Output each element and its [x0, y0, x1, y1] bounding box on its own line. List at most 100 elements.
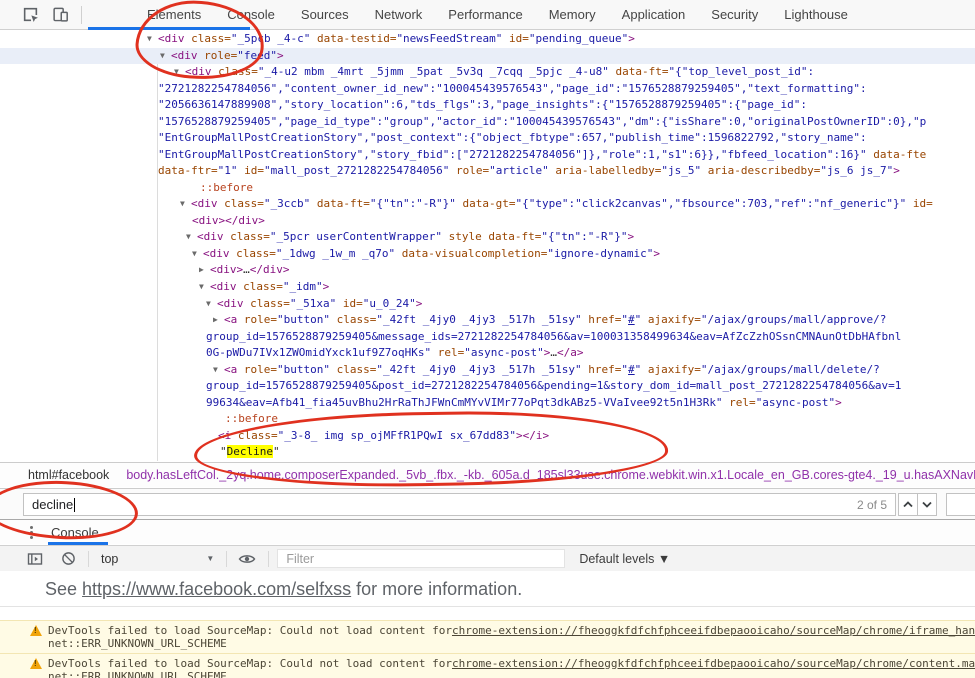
- dom-tree-line[interactable]: ▼<div class="_5pcb _4-c" data-testid="ne…: [0, 31, 975, 48]
- chevron-down-icon[interactable]: ▼: [206, 554, 214, 563]
- live-expression-eye-icon[interactable]: [238, 552, 256, 566]
- dom-tree-line[interactable]: <i class="_3-8_ img sp_ojMFfR1PQwI sx_67…: [0, 428, 975, 445]
- code-token-tag: <a: [224, 313, 237, 326]
- disclosure-arrow-icon[interactable]: ▼: [174, 64, 185, 81]
- code-token-tag: </div>: [250, 263, 290, 276]
- code-token-text: ": [273, 445, 280, 458]
- clear-console-icon[interactable]: [61, 551, 76, 566]
- dom-tree-line-selected[interactable]: ▼<div role="feed">: [0, 48, 975, 65]
- disclosure-arrow-icon[interactable]: ▶: [213, 312, 224, 329]
- disclosure-arrow-icon[interactable]: ▼: [147, 31, 158, 48]
- dom-tree-line[interactable]: ▶<a role="button" class="_42ft _4jy0 _4j…: [0, 312, 975, 329]
- code-token-val: "{"type":"click2canvas","fbsource":703,"…: [516, 197, 907, 210]
- dom-tree-line[interactable]: ::before: [0, 411, 975, 428]
- code-token-val: "_1dwg _1w_m _q7o": [276, 247, 395, 260]
- code-token-attr: class=: [212, 65, 258, 78]
- disclosure-arrow-icon[interactable]: ▼: [180, 196, 191, 213]
- disclosure-arrow-icon[interactable]: ▶: [199, 262, 210, 279]
- tab-memory[interactable]: Memory: [536, 0, 609, 30]
- device-toolbar-icon[interactable]: [52, 6, 69, 23]
- tab-security[interactable]: Security: [698, 0, 771, 30]
- code-token-pseudo: ::before: [200, 181, 253, 194]
- dom-tree-line[interactable]: ▼<div class="_4-u2 mbm _4mrt _5jmm _5pat…: [0, 64, 975, 81]
- code-token-val: "2721282254784056","content_owner_id_new…: [158, 82, 867, 95]
- tab-elements[interactable]: Elements: [134, 0, 214, 30]
- dom-tree-line[interactable]: ▼<div class="_1dwg _1w_m _q7o" data-visu…: [0, 246, 975, 263]
- dom-tree-line[interactable]: ::before: [0, 180, 975, 197]
- warning-error-code: net::ERR_UNKNOWN_URL_SCHEME: [48, 670, 975, 678]
- tab-console[interactable]: Console: [214, 0, 288, 30]
- tab-strip: ElementsConsoleSourcesNetworkPerformance…: [82, 0, 861, 30]
- dom-tree-line[interactable]: ▶<div>…</div>: [0, 262, 975, 279]
- code-token-attr: class=: [244, 297, 290, 310]
- code-token-val: 0G-pWDu7IVx1ZWOmidYxck1uf9Z7oqHKs": [206, 346, 431, 359]
- code-token-attr: role=: [198, 49, 238, 62]
- dom-tree-line[interactable]: "1576528879259405","page_id_type":"group…: [0, 114, 975, 131]
- search-input[interactable]: decline 2 of 5: [23, 493, 896, 516]
- dom-tree-line[interactable]: "2721282254784056","content_owner_id_new…: [0, 81, 975, 98]
- dom-tree-line[interactable]: ▼<div class="_idm">: [0, 279, 975, 296]
- tab-network[interactable]: Network: [362, 0, 436, 30]
- code-token-val: "ignore-dynamic": [547, 247, 653, 260]
- console-warning: !DevTools failed to load SourceMap: Coul…: [0, 620, 975, 653]
- code-token-val: "_5pcr userContentWrapper": [270, 230, 442, 243]
- dom-tree-line[interactable]: data-ftr="1" id="mall_post_2721282254784…: [0, 163, 975, 180]
- console-filter-input[interactable]: Filter: [277, 549, 565, 568]
- inspect-element-icon[interactable]: [22, 6, 39, 23]
- tab-application[interactable]: Application: [609, 0, 699, 30]
- selfxss-link[interactable]: https://www.facebook.com/selfxss: [82, 579, 351, 599]
- console-tab-underline: [48, 542, 108, 545]
- breadcrumb-item-html[interactable]: html#facebook: [28, 468, 109, 482]
- toolbar-divider: [88, 551, 89, 567]
- code-token-tag: >: [893, 164, 900, 177]
- tab-sources[interactable]: Sources: [288, 0, 362, 30]
- dom-tree-line[interactable]: group_id=1576528879259405&message_ids=27…: [0, 329, 975, 346]
- code-token-val: "1": [218, 164, 238, 177]
- disclosure-arrow-icon[interactable]: ▼: [186, 229, 197, 246]
- code-token-attr: id=: [336, 297, 363, 310]
- breadcrumb-item-body[interactable]: body.hasLeftCol._2yq.home.composerExpand…: [126, 468, 975, 482]
- more-options-icon[interactable]: [30, 526, 33, 539]
- toolbar-divider: [268, 551, 269, 567]
- close-search-button[interactable]: [946, 493, 975, 516]
- sourcemap-link[interactable]: chrome-extension://fheoggkfdfchfphceeifd…: [452, 624, 975, 637]
- code-token-tag: <div: [171, 49, 198, 62]
- javascript-context-selector[interactable]: top: [101, 552, 118, 566]
- code-token-val: "_4-u2 mbm _4mrt _5jmm _5pat _5v3q _7cqq…: [258, 65, 609, 78]
- find-nav-buttons: [898, 493, 937, 516]
- dom-tree-line[interactable]: "EntGroupMallPostCreationStory","post_co…: [0, 130, 975, 147]
- tab-performance[interactable]: Performance: [435, 0, 535, 30]
- disclosure-arrow-icon[interactable]: ▼: [199, 279, 210, 296]
- disclosure-arrow-icon[interactable]: ▼: [206, 296, 217, 313]
- dom-tree-line[interactable]: "Decline": [0, 444, 975, 461]
- dom-tree-line[interactable]: group_id=1576528879259405&post_id=272128…: [0, 378, 975, 395]
- code-token-attr: class=: [230, 247, 276, 260]
- disclosure-arrow-icon[interactable]: ▼: [192, 246, 203, 263]
- dom-tree-line[interactable]: 99634&eav=Afb41_fia45uvBhu2HrRaThJFWnCmM…: [0, 395, 975, 412]
- show-console-sidebar-icon[interactable]: [27, 551, 43, 567]
- previous-match-button[interactable]: [898, 493, 918, 516]
- next-match-button[interactable]: [917, 493, 937, 516]
- dom-tree-line[interactable]: ▼<div class="_3ccb" data-ft="{"tn":"-R"}…: [0, 196, 975, 213]
- dom-tree: ▼<div class="_5pcb _4-c" data-testid="ne…: [0, 31, 975, 461]
- console-drawer-tab[interactable]: Console: [51, 525, 99, 540]
- dom-tree-line[interactable]: ▼<div class="_51xa" id="u_0_24">: [0, 296, 975, 313]
- dom-tree-line[interactable]: 0G-pWDu7IVx1ZWOmidYxck1uf9Z7oqHKs" rel="…: [0, 345, 975, 362]
- disclosure-arrow-icon[interactable]: ▼: [213, 362, 224, 379]
- log-level-selector[interactable]: Default levels ▼: [579, 552, 670, 566]
- sourcemap-link[interactable]: chrome-extension://fheoggkfdfchfphceeifd…: [452, 657, 975, 670]
- dom-tree-line[interactable]: ▼<a role="button" class="_42ft _4jy0 _4j…: [0, 362, 975, 379]
- dom-tree-line[interactable]: "EntGroupMallPostCreationStory","story_f…: [0, 147, 975, 164]
- dom-tree-line[interactable]: <div></div>: [0, 213, 975, 230]
- code-token-attr: rel=: [431, 346, 464, 359]
- dom-tree-line[interactable]: ▼<div class="_5pcr userContentWrapper" s…: [0, 229, 975, 246]
- tab-lighthouse[interactable]: Lighthouse: [771, 0, 861, 30]
- code-token-val: group_id=1576528879259405&message_ids=27…: [206, 330, 901, 343]
- disclosure-arrow-icon[interactable]: ▼: [160, 48, 171, 65]
- filter-placeholder: Filter: [286, 552, 314, 566]
- code-token-attr: id=: [237, 164, 264, 177]
- dom-tree-line[interactable]: "2056636147889908","story_location":6,"t…: [0, 97, 975, 114]
- code-token-tag: >: [323, 280, 330, 293]
- code-token-val: group_id=1576528879259405&post_id=272128…: [206, 379, 901, 392]
- code-token-tag: <div>: [192, 214, 225, 227]
